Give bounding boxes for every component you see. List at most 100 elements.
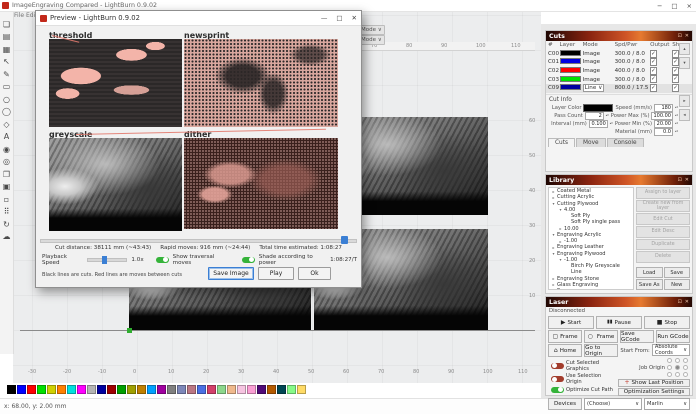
palette-color-swatch[interactable] — [237, 385, 246, 394]
tree-expander-icon[interactable]: ▸ — [551, 189, 556, 194]
preview-dialog-titlebar[interactable]: Preview - LightBurn 0.9.02 — □ ✕ — [36, 11, 361, 26]
cut-info-value[interactable]: 100.00 — [651, 112, 673, 120]
save-image-button[interactable]: Save Image — [208, 267, 254, 280]
cut-selected-graphics-toggle[interactable] — [551, 363, 564, 369]
palette-color-swatch[interactable] — [227, 385, 236, 394]
cut-layer-row[interactable]: C03Image300.0 / 8.0✓✓ — [546, 75, 692, 84]
rotate-icon[interactable]: ↻ — [1, 219, 12, 230]
layer-mode-cell[interactable]: Image — [583, 77, 615, 83]
palette-color-swatch[interactable] — [57, 385, 66, 394]
rectangle-tool-icon[interactable]: ▭ — [1, 82, 12, 93]
job-origin-radio[interactable] — [683, 372, 688, 377]
cuts-float-icon[interactable]: ⊡ — [678, 33, 682, 39]
palette-color-swatch[interactable] — [207, 385, 216, 394]
tree-expander-icon[interactable]: ▾ — [551, 201, 556, 206]
job-origin-radio[interactable] — [667, 358, 672, 363]
show-checkbox[interactable]: ✓ — [672, 58, 679, 66]
optimize-cut-path-toggle[interactable] — [551, 387, 564, 393]
show-last-position-button[interactable]: +Show Last Position — [618, 379, 690, 387]
dialog-close-button[interactable]: ✕ — [352, 14, 357, 22]
cut-info-value[interactable]: 0.0 — [654, 128, 673, 136]
optimization-settings-button[interactable]: Optimization Settings — [618, 388, 690, 396]
tree-expander-icon[interactable]: ▸ — [551, 245, 556, 250]
palette-color-swatch[interactable] — [297, 385, 306, 394]
tree-expander-icon[interactable]: ▸ — [551, 195, 556, 200]
library-edit-desc-button[interactable]: Edit Desc — [636, 226, 690, 238]
palette-color-swatch[interactable] — [87, 385, 96, 394]
palette-color-swatch[interactable] — [27, 385, 36, 394]
layer-mode-cell[interactable]: Line∨ — [583, 84, 615, 92]
new-file-icon[interactable]: ❏ — [1, 19, 12, 30]
palette-color-swatch[interactable] — [67, 385, 76, 394]
tree-expander-icon[interactable]: ▸ — [551, 276, 556, 281]
goto-origin-button[interactable]: Go to Origin — [584, 344, 618, 357]
dock-tab-console[interactable]: Console — [607, 138, 644, 147]
firmware-select[interactable]: Marlin∨ — [644, 398, 690, 410]
save-icon[interactable]: ▦ — [1, 44, 12, 55]
window-close-button[interactable]: × — [687, 2, 692, 10]
library-float-icon[interactable]: ⊡ — [678, 177, 682, 183]
laser-close-icon[interactable]: ✕ — [685, 299, 689, 305]
cut-info-layer-color[interactable] — [583, 104, 613, 112]
palette-color-swatch[interactable] — [147, 385, 156, 394]
output-checkbox[interactable]: ✓ — [650, 75, 657, 83]
tree-expander-icon[interactable]: ▸ — [558, 239, 563, 244]
devices-button[interactable]: Devices — [548, 398, 582, 410]
cut-layer-row[interactable]: C01Image300.0 / 8.0✓✓ — [546, 58, 692, 67]
window-minimize-button[interactable]: − — [657, 2, 662, 10]
job-origin-radio[interactable] — [675, 365, 680, 370]
library-load-button[interactable]: Load — [636, 267, 663, 278]
window-maximize-button[interactable]: □ — [671, 2, 677, 10]
stop-button[interactable]: ■Stop — [644, 316, 690, 329]
marker-tool-icon[interactable]: ◉ — [1, 144, 12, 155]
tree-expander-icon[interactable]: ▾ — [558, 207, 563, 212]
mode-dropdown[interactable]: Mode ∨ — [358, 35, 385, 45]
text-tool-icon[interactable]: A — [1, 132, 12, 143]
trace-image-icon[interactable]: ☁ — [1, 232, 12, 243]
cut-layer-row[interactable]: C02Image400.0 / 8.0✓✓ — [546, 67, 692, 76]
palette-color-swatch[interactable] — [97, 385, 106, 394]
palette-color-swatch[interactable] — [167, 385, 176, 394]
cut-info-value[interactable]: 180 — [654, 104, 673, 112]
device-select[interactable]: (Choose)∨ — [584, 398, 642, 410]
palette-color-swatch[interactable] — [217, 385, 226, 394]
start-button[interactable]: ▶Start — [548, 316, 594, 329]
palette-color-swatch[interactable] — [197, 385, 206, 394]
spinner-icon[interactable]: ▴▾ — [675, 122, 678, 125]
layer-down-button[interactable]: ▾ — [679, 57, 690, 69]
dock-tab-cuts[interactable]: Cuts — [548, 138, 575, 147]
playback-speed-slider[interactable] — [87, 258, 128, 262]
palette-color-swatch[interactable] — [137, 385, 146, 394]
palette-color-swatch[interactable] — [187, 385, 196, 394]
job-origin-radio[interactable] — [667, 365, 672, 370]
spinner-icon[interactable]: ▴▾ — [606, 114, 609, 117]
layer-color-swatch[interactable] — [560, 84, 581, 90]
show-checkbox[interactable]: ✓ — [672, 67, 679, 75]
home-button[interactable]: ⌂Home — [548, 344, 582, 357]
layer-mode-cell[interactable]: Image — [583, 68, 615, 74]
palette-color-swatch[interactable] — [267, 385, 276, 394]
open-file-icon[interactable]: ▤ — [1, 32, 12, 43]
ok-button[interactable]: Ok — [298, 267, 331, 280]
palette-color-swatch[interactable] — [7, 385, 16, 394]
dock-tab-move[interactable]: Move — [576, 138, 606, 147]
circle-tool-icon[interactable]: ◯ — [1, 107, 12, 118]
job-origin-radio[interactable] — [683, 365, 688, 370]
palette-color-swatch[interactable] — [177, 385, 186, 394]
playback-progress-handle[interactable] — [341, 236, 348, 244]
layer-color-swatch[interactable] — [560, 58, 581, 64]
tree-expander-icon[interactable]: ▸ — [551, 289, 556, 290]
play-button[interactable]: Play — [258, 267, 294, 280]
layer-left-button[interactable]: ◂ — [679, 109, 690, 121]
shade-power-toggle[interactable] — [242, 257, 255, 263]
group-icon[interactable]: ❐ — [1, 169, 12, 180]
library-assign-to-layer-button[interactable]: Assign to layer — [636, 187, 690, 199]
cut-info-value[interactable]: 0.100 — [589, 120, 608, 128]
material-library-tree[interactable]: ▸Coated Metal▸Cutting Acrylic▾Cutting Pl… — [548, 187, 634, 290]
output-checkbox[interactable]: ✓ — [650, 50, 657, 58]
layer-mode-cell[interactable]: Image — [583, 59, 615, 65]
palette-color-swatch[interactable] — [247, 385, 256, 394]
palette-color-swatch[interactable] — [47, 385, 56, 394]
palette-color-swatch[interactable] — [257, 385, 266, 394]
polygon-tool-icon[interactable]: ◇ — [1, 119, 12, 130]
